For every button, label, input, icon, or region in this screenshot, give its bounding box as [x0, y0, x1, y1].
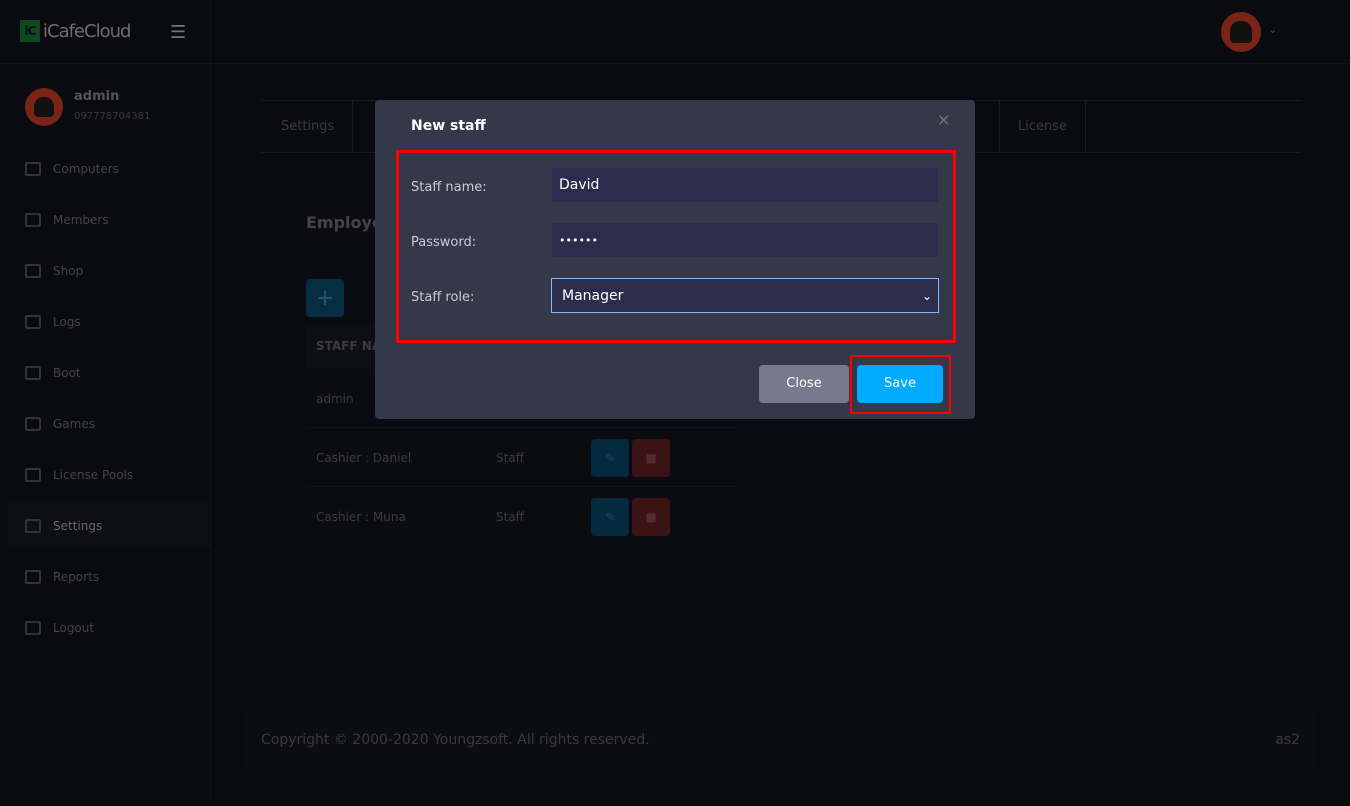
- users-icon: [25, 213, 41, 227]
- calendar-icon: [25, 315, 41, 329]
- modal-title: New staff: [411, 118, 486, 134]
- staff-role: Staff: [496, 451, 524, 465]
- sidebar-item-members[interactable]: Members: [25, 205, 205, 235]
- trash-icon: ■: [645, 451, 657, 465]
- selected-role: Manager: [562, 287, 624, 304]
- sidebar-item-label: Logs: [53, 315, 81, 329]
- sidebar-item-label: Members: [53, 213, 109, 227]
- sidebar-item-label: Computers: [53, 162, 119, 176]
- user-phone: 097778704381: [74, 111, 151, 122]
- new-staff-modal: New staff × Staff name: David Password: …: [375, 100, 975, 419]
- staff-name: Cashier : Daniel: [316, 451, 412, 465]
- sidebar-item-label: Boot: [53, 366, 81, 380]
- settings-icon: [25, 518, 41, 533]
- staff-name-label: Staff name:: [411, 180, 487, 195]
- sidebar-item-reports[interactable]: Reports: [25, 562, 205, 592]
- chevron-down-icon[interactable]: ⌄: [1268, 23, 1277, 36]
- footer: Copyright © 2000-2020 Youngzsoft. All ri…: [243, 712, 1315, 769]
- user-avatar: [25, 88, 63, 126]
- edit-button[interactable]: ✎: [591, 498, 629, 536]
- staff-name-input[interactable]: David: [552, 168, 938, 202]
- add-staff-button[interactable]: +: [306, 279, 344, 317]
- sidebar-item-label: Reports: [53, 570, 100, 584]
- sidebar-item-shop[interactable]: Shop: [25, 256, 205, 286]
- sidebar-item-logs[interactable]: Logs: [25, 307, 205, 337]
- password-label: Password:: [411, 235, 477, 250]
- badge-icon: [25, 570, 41, 584]
- sidebar-divider: [210, 0, 211, 806]
- logo-text: iCafeCloud: [43, 20, 131, 42]
- sidebar-item-logout[interactable]: Logout: [25, 613, 205, 643]
- cart-icon: [25, 264, 41, 278]
- profile-avatar[interactable]: [1221, 12, 1261, 52]
- tab-settings[interactable]: Settings: [263, 101, 354, 153]
- gamepad-icon: [25, 417, 41, 431]
- logo-mark: iC: [20, 20, 40, 42]
- password-input[interactable]: ••••••: [552, 223, 938, 257]
- sidebar-item-boot[interactable]: Boot: [25, 358, 205, 388]
- employees-title: Employe: [306, 213, 383, 232]
- logout-icon: [25, 621, 41, 635]
- copyright: Copyright © 2000-2020 Youngzsoft. All ri…: [261, 732, 650, 748]
- sidebar-item-label: License Pools: [53, 468, 134, 482]
- sidebar-item-label: Games: [53, 417, 95, 431]
- trash-icon: ■: [645, 510, 657, 524]
- table-row: Cashier : Daniel Staff ✎ ■: [306, 429, 736, 487]
- server-label: as2: [1275, 732, 1300, 748]
- table-row: Cashier : Muna Staff ✎ ■: [306, 488, 736, 546]
- delete-button[interactable]: ■: [632, 498, 670, 536]
- logo[interactable]: iC iCafeCloud: [20, 20, 131, 42]
- tab-license[interactable]: License: [999, 101, 1087, 153]
- sidebar-item-games[interactable]: Games: [25, 409, 205, 439]
- hamburger-menu-icon[interactable]: ☰: [170, 22, 186, 43]
- sidebar-item-label: Logout: [53, 621, 95, 635]
- close-icon[interactable]: ×: [937, 110, 950, 129]
- sidebar-item-computers[interactable]: Computers: [25, 154, 205, 184]
- sidebar-item-settings[interactable]: Settings: [8, 503, 210, 548]
- sidebar-item-label: Settings: [53, 518, 103, 533]
- chevron-down-icon: ⌄: [921, 288, 932, 303]
- pencil-icon: ✎: [604, 510, 616, 524]
- pencil-icon: ✎: [604, 451, 616, 465]
- top-bar: [0, 0, 1350, 64]
- staff-role: Staff: [496, 510, 524, 524]
- save-button[interactable]: Save: [857, 365, 943, 403]
- staff-name: Cashier : Muna: [316, 510, 406, 524]
- edit-button[interactable]: ✎: [591, 439, 629, 477]
- monitor-icon: [25, 162, 41, 176]
- close-button[interactable]: Close: [759, 365, 849, 403]
- staff-role-select[interactable]: Manager ⌄: [551, 278, 939, 313]
- badge-icon: [25, 468, 41, 482]
- sidebar-item-license-pools[interactable]: License Pools: [25, 460, 205, 490]
- user-name: admin: [74, 89, 120, 104]
- delete-button[interactable]: ■: [632, 439, 670, 477]
- sidebar-item-label: Shop: [53, 264, 84, 278]
- windows-icon: [25, 366, 41, 380]
- staff-role-label: Staff role:: [411, 290, 475, 305]
- staff-name: admin: [316, 392, 354, 406]
